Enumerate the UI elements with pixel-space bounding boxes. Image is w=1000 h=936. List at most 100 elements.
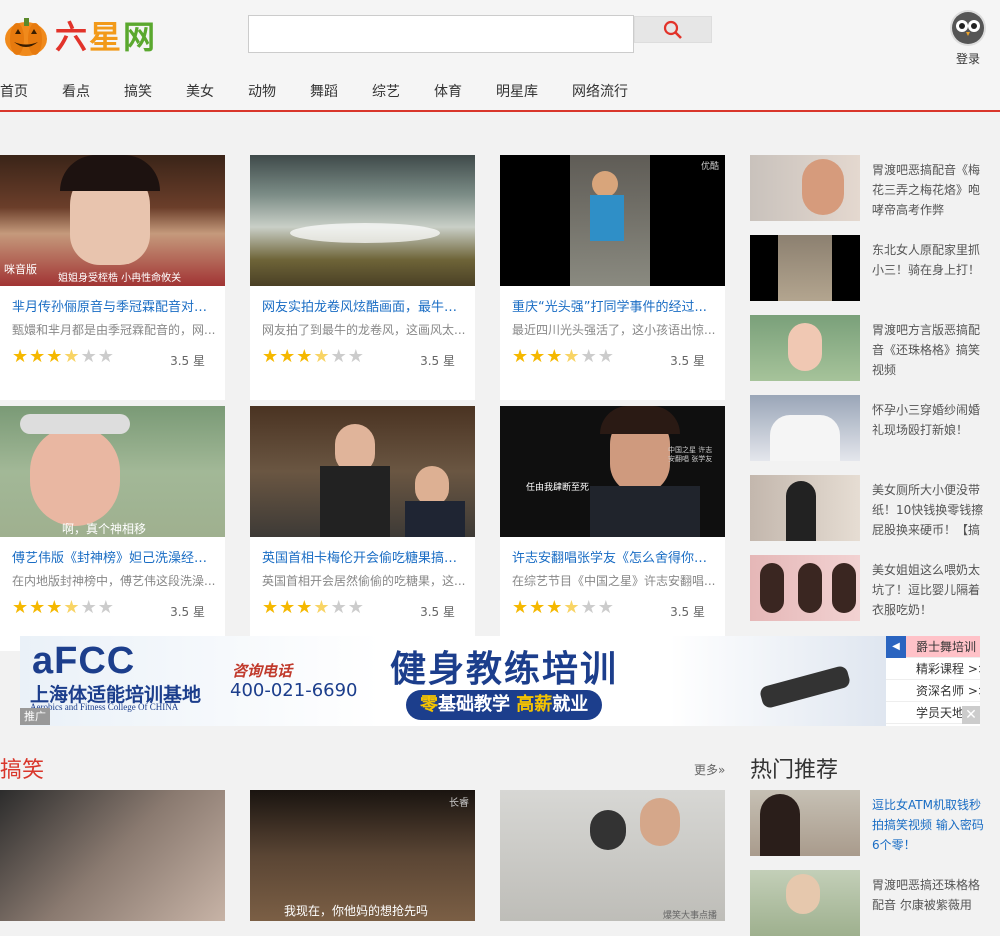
- video-thumbnail[interactable]: 爆笑大事点播: [500, 790, 725, 921]
- side-thumbnail[interactable]: [750, 155, 860, 221]
- ad-phone: 400-021-6690: [230, 680, 358, 701]
- side-item-title[interactable]: 美女姐姐这么喂奶太坑了！逗比婴儿隔着衣服吃奶！: [872, 560, 988, 620]
- rating-stars: ★★★★★★: [512, 597, 615, 618]
- header: 六星网 登录: [0, 0, 1000, 72]
- side-list-item[interactable]: 逗比女ATM机取钱秒拍搞笑视频 输入密码6个零！: [750, 790, 1000, 856]
- video-caption: 任由我肆断至死: [526, 483, 590, 493]
- rating-score: 3.5 星: [670, 605, 705, 619]
- video-card[interactable]: 任由我肆断至死 中国之星 许志安翻唱 张学友 许志安翻唱张学友《怎么舍得你》..…: [500, 406, 725, 651]
- video-desc: 在综艺节目《中国之星》许志安翻唱...: [512, 574, 716, 588]
- video-thumbnail[interactable]: 啊，真个神相移: [0, 406, 225, 537]
- video-thumbnail[interactable]: [250, 406, 475, 537]
- ad-brand-en: Aerobics and Fitness College Of CHINA: [30, 702, 179, 712]
- site-name: 六星网: [55, 18, 158, 56]
- nav-kandian[interactable]: 看点: [62, 81, 90, 101]
- rating-score: 3.5 星: [170, 354, 205, 368]
- search-input[interactable]: [248, 15, 634, 53]
- rating-score: 3.5 星: [420, 354, 455, 368]
- ad-menu-marker-icon: ◀: [886, 636, 906, 658]
- side-item-title[interactable]: 东北女人原配家里抓小三！骑在身上打！: [872, 240, 988, 280]
- owl-avatar-icon: [950, 10, 986, 46]
- side-thumbnail[interactable]: [750, 235, 860, 301]
- ad-menu-item[interactable]: 资深名师 >>: [886, 680, 980, 702]
- video-thumbnail[interactable]: [0, 790, 225, 921]
- main-nav: 首页 看点 搞笑 美女 动物 舞蹈 综艺 体育 明星库 网络流行: [0, 72, 1000, 112]
- video-card[interactable]: 姐姐身受桎梏 小冉性命攸关 咪音版 芈月传孙俪原音与季冠霖配音对比... 甄嬛和…: [0, 155, 225, 400]
- video-desc: 英国首相开会居然偷偷的吃糖果，这...: [262, 574, 466, 588]
- site-logo[interactable]: 六星网: [3, 10, 157, 60]
- side-thumbnail[interactable]: [750, 395, 860, 461]
- nav-dance[interactable]: 舞蹈: [310, 81, 338, 101]
- search-icon: [663, 20, 682, 39]
- video-thumbnail[interactable]: 长睿 我现在，你他妈的想抢先吗: [250, 790, 475, 921]
- section-title-hot: 热门推荐: [750, 758, 839, 783]
- rating-stars: ★★★★★★: [12, 346, 115, 367]
- video-thumbnail[interactable]: 任由我肆断至死 中国之星 许志安翻唱 张学友: [500, 406, 725, 537]
- side-thumbnail[interactable]: [750, 315, 860, 381]
- video-thumbnail[interactable]: [250, 155, 475, 286]
- video-title[interactable]: 重庆“光头强”打同学事件的经过...: [512, 296, 717, 315]
- nav-sports[interactable]: 体育: [434, 81, 462, 101]
- ad-banner[interactable]: aFCC 上海体适能培训基地 Aerobics and Fitness Coll…: [20, 636, 980, 726]
- side-item-title[interactable]: 美女厕所大小便没带纸！10快钱换零钱擦屁股换来硬币！【搞: [872, 480, 988, 540]
- ad-subline: 零基础教学 高薪就业: [406, 690, 603, 720]
- nav-home[interactable]: 首页: [0, 81, 28, 101]
- video-title[interactable]: 芈月传孙俪原音与季冠霖配音对比...: [12, 296, 217, 315]
- side-item-title[interactable]: 逗比女ATM机取钱秒拍搞笑视频 输入密码6个零！: [872, 795, 988, 855]
- side-list-item[interactable]: 东北女人原配家里抓小三！骑在身上打！: [750, 235, 1000, 301]
- video-title[interactable]: 傅艺伟版《封神榜》妲己洗澡经典...: [12, 547, 217, 566]
- video-watermark: 咪音版: [4, 263, 37, 276]
- video-title[interactable]: 英国首相卡梅伦开会偷吃糖果搞笑...: [262, 547, 467, 566]
- video-desc: 最近四川光头强活了，这小孩语出惊...: [512, 323, 716, 337]
- video-watermark: 爆笑大事点播: [662, 911, 717, 921]
- video-watermark: 优酷: [700, 162, 719, 172]
- side-item-title[interactable]: 胃渡吧恶搞配音《梅花三弄之梅花烙》咆哮帝高考作弊: [872, 160, 988, 220]
- nav-stars[interactable]: 明星库: [496, 81, 538, 101]
- side-thumbnail[interactable]: [750, 870, 860, 936]
- side-item-title[interactable]: 胃渡吧恶搞还珠格格配音 尔康被紫薇用: [872, 875, 988, 915]
- video-watermark: 长睿: [449, 798, 469, 809]
- pumpkin-logo-icon: [5, 18, 47, 56]
- more-link[interactable]: 更多»: [694, 761, 725, 778]
- login-button[interactable]: 登录: [946, 10, 990, 67]
- rating-stars: ★★★★★★: [262, 597, 365, 618]
- nav-animal[interactable]: 动物: [248, 81, 276, 101]
- nav-beauty[interactable]: 美女: [186, 81, 214, 101]
- video-thumbnail[interactable]: 优酷: [500, 155, 725, 286]
- side-thumbnail[interactable]: [750, 555, 860, 621]
- ad-menu-item[interactable]: 精彩课程 >>: [886, 658, 980, 680]
- rating-stars: ★★★★★★: [262, 346, 365, 367]
- search-button[interactable]: [634, 16, 712, 43]
- rating-score: 3.5 星: [170, 605, 205, 619]
- nav-trending[interactable]: 网络流行: [572, 81, 628, 101]
- side-thumbnail[interactable]: [750, 475, 860, 541]
- nav-funny[interactable]: 搞笑: [124, 81, 152, 101]
- rating-stars: ★★★★★★: [512, 346, 615, 367]
- ad-brand-logo: aFCC: [32, 640, 136, 682]
- video-card[interactable]: 网友实拍龙卷风炫酷画面，最牛的... 网友拍了到最牛的龙卷风，这画风太... ★…: [250, 155, 475, 400]
- video-card[interactable]: 优酷 重庆“光头强”打同学事件的经过... 最近四川光头强活了，这小孩语出惊..…: [500, 155, 725, 400]
- video-card[interactable]: 英国首相卡梅伦开会偷吃糖果搞笑... 英国首相开会居然偷偷的吃糖果，这... ★…: [250, 406, 475, 651]
- nav-variety[interactable]: 综艺: [372, 81, 400, 101]
- video-thumbnail[interactable]: 姐姐身受桎梏 小冉性命攸关 咪音版: [0, 155, 225, 286]
- video-desc: 在内地版封神榜中，傅艺伟这段洗澡...: [12, 574, 216, 588]
- video-caption: 啊，真个神相移: [62, 522, 147, 536]
- rating-stars: ★★★★★★: [12, 597, 115, 618]
- side-list-item[interactable]: 胃渡吧恶搞配音《梅花三弄之梅花烙》咆哮帝高考作弊: [750, 155, 1000, 221]
- side-item-title[interactable]: 胃渡吧方言版恶搞配音《还珠格格》搞笑视频: [872, 320, 988, 380]
- side-list-item[interactable]: 胃渡吧方言版恶搞配音《还珠格格》搞笑视频: [750, 315, 1000, 381]
- side-item-title[interactable]: 怀孕小三穿婚纱闹婚礼现场殴打新娘！: [872, 400, 988, 440]
- rating-score: 3.5 星: [420, 605, 455, 619]
- side-thumbnail[interactable]: [750, 790, 860, 856]
- video-card[interactable]: 啊，真个神相移 傅艺伟版《封神榜》妲己洗澡经典... 在内地版封神榜中，傅艺伟这…: [0, 406, 225, 651]
- section-title-funny[interactable]: 搞笑: [0, 752, 44, 784]
- side-list-item[interactable]: 美女厕所大小便没带纸！10快钱换零钱擦屁股换来硬币！【搞: [750, 475, 1000, 541]
- side-list-item[interactable]: 怀孕小三穿婚纱闹婚礼现场殴打新娘！: [750, 395, 1000, 461]
- video-caption: 姐姐身受桎梏 小冉性命攸关: [58, 273, 182, 284]
- side-list-item[interactable]: 美女姐姐这么喂奶太坑了！逗比婴儿隔着衣服吃奶！: [750, 555, 1000, 621]
- video-title[interactable]: 网友实拍龙卷风炫酷画面，最牛的...: [262, 296, 467, 315]
- close-icon[interactable]: ✕: [962, 706, 980, 724]
- video-title[interactable]: 许志安翻唱张学友《怎么舍得你》...: [512, 547, 717, 566]
- side-list-item[interactable]: 胃渡吧恶搞还珠格格配音 尔康被紫薇用: [750, 870, 1000, 936]
- video-watermark: 中国之星 许志安翻唱 张学友: [668, 446, 713, 463]
